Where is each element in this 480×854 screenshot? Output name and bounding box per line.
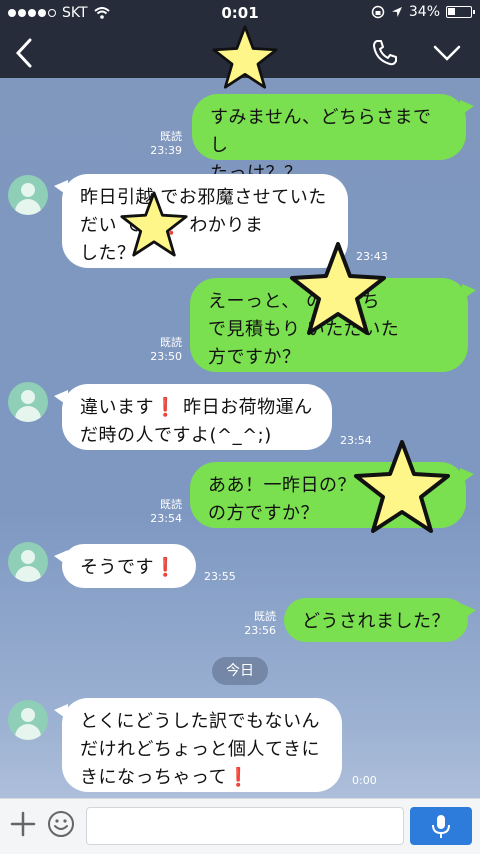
message-time: 23:50 bbox=[150, 350, 182, 363]
avatar[interactable] bbox=[8, 175, 48, 215]
message-line: きになっちゃって❗️ bbox=[80, 767, 251, 788]
plus-icon[interactable] bbox=[10, 811, 36, 837]
status-right: 34% bbox=[371, 4, 475, 20]
message-line: とくにどうした訳でもないん bbox=[80, 711, 320, 732]
microphone-icon bbox=[432, 815, 450, 838]
avatar[interactable] bbox=[8, 542, 48, 582]
battery-percent: 34% bbox=[408, 4, 440, 20]
message-line: 違います❗️ 昨日お荷物運ん bbox=[80, 397, 313, 418]
message-input-bar bbox=[0, 798, 480, 854]
message-line: だ時の人ですよ(^_^;) bbox=[80, 425, 272, 446]
message-bubble-outgoing[interactable]: どうされました？ bbox=[284, 598, 476, 642]
avatar[interactable] bbox=[8, 382, 48, 422]
phone-icon[interactable] bbox=[370, 38, 400, 68]
read-receipt: 既読 bbox=[160, 498, 182, 511]
message-meta: 既読 23:50 bbox=[138, 336, 182, 364]
message-time: 23:55 bbox=[204, 570, 236, 583]
read-receipt: 既読 bbox=[254, 610, 276, 623]
date-divider: 今日 bbox=[212, 657, 268, 685]
message-time: 23:54 bbox=[150, 512, 182, 525]
star-sticker bbox=[290, 242, 386, 335]
message-line: どうされました？ bbox=[302, 611, 450, 632]
emoji-icon[interactable] bbox=[46, 809, 76, 839]
message-bubble-incoming[interactable]: 違います❗️ 昨日お荷物運ん だ時の人ですよ(^_^;) bbox=[54, 384, 332, 450]
star-sticker bbox=[120, 191, 188, 257]
message-line: そうです❗️ bbox=[80, 557, 177, 578]
message-time: 23:56 bbox=[244, 624, 276, 637]
star-sticker bbox=[212, 25, 278, 89]
read-receipt: 既読 bbox=[160, 130, 182, 143]
message-bubble-outgoing[interactable]: すみません、どちらさまでし たっけ？？ bbox=[192, 94, 474, 184]
message-bubble-incoming[interactable]: そうです❗️ bbox=[54, 544, 196, 588]
read-receipt: 既読 bbox=[160, 336, 182, 349]
message-meta: 既読 23:54 bbox=[138, 498, 182, 526]
message-meta: 既読 23:39 bbox=[140, 130, 182, 158]
rotation-lock-icon bbox=[371, 5, 385, 19]
message-line: 方ですか？ bbox=[208, 347, 301, 368]
location-icon bbox=[391, 7, 402, 17]
message-line: すみません、どちらさまでし bbox=[210, 107, 432, 156]
mic-button[interactable] bbox=[410, 807, 472, 845]
message-input[interactable] bbox=[86, 807, 404, 845]
message-line: だけれどちょっと個人てきに bbox=[80, 739, 320, 760]
chevron-down-icon[interactable] bbox=[432, 40, 462, 66]
star-sticker bbox=[354, 440, 450, 533]
message-meta: 既読 23:56 bbox=[234, 610, 276, 638]
back-icon[interactable] bbox=[10, 36, 40, 70]
message-time: 23:39 bbox=[150, 144, 182, 157]
avatar[interactable] bbox=[8, 700, 48, 740]
message-bubble-incoming[interactable]: とくにどうした訳でもないん だけれどちょっと個人てきに きになっちゃって❗️ bbox=[54, 698, 342, 792]
battery-icon bbox=[446, 6, 475, 18]
message-time: 0:00 bbox=[352, 774, 377, 787]
